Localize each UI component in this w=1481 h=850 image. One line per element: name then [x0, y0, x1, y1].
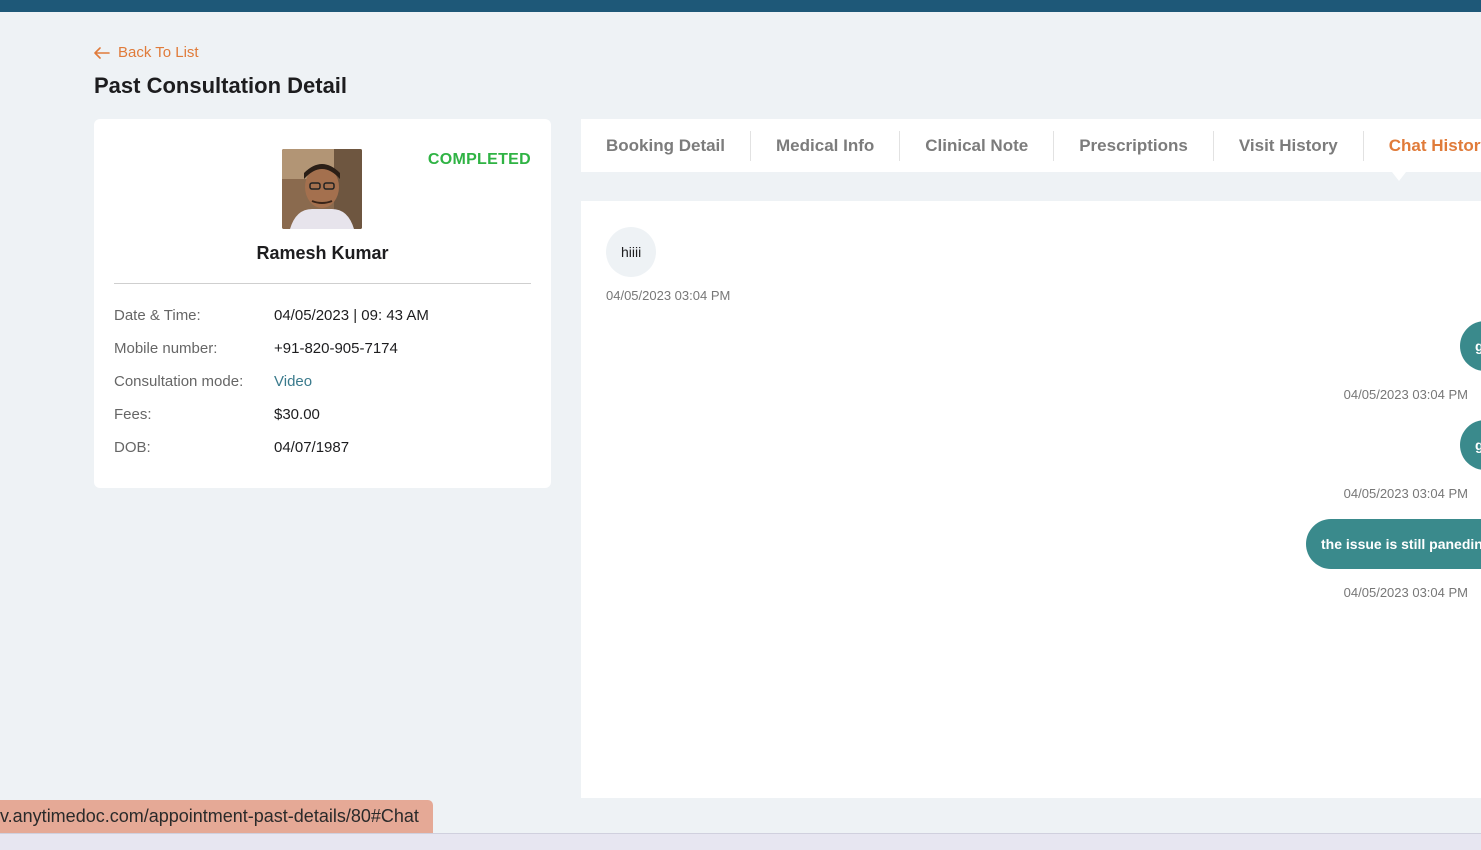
status-badge: COMPLETED	[427, 151, 531, 168]
tab-prescriptions[interactable]: Prescriptions	[1053, 130, 1213, 161]
detail-label: Fees:	[114, 406, 152, 423]
detail-value: $30.00	[274, 406, 320, 423]
tab-booking-detail[interactable]: Booking Detail	[581, 131, 750, 161]
patient-card: COMPLETED Ramesh Kumar Date & Time: 04/0…	[94, 119, 551, 488]
message-timestamp: 04/05/2023 03:04 PM	[1343, 585, 1468, 600]
tab-visit-history[interactable]: Visit History	[1212, 130, 1363, 161]
chat-message-outgoing: the issue is still paneding	[1306, 519, 1481, 569]
status-url-bar: v.anytimedoc.com/appointment-past-detail…	[0, 800, 433, 833]
tab-chat-history[interactable]: Chat History	[1362, 130, 1481, 161]
avatar	[282, 149, 362, 229]
detail-label: Consultation mode:	[114, 373, 244, 390]
chat-message-outgoing: g	[1460, 321, 1481, 371]
detail-label: Date & Time:	[114, 307, 201, 324]
detail-value: +91-820-905-7174	[274, 340, 398, 357]
chat-message-outgoing: g	[1460, 420, 1481, 470]
detail-label: Mobile number:	[114, 340, 218, 357]
chat-message-incoming: hiiii	[606, 227, 657, 277]
taskbar	[0, 833, 1481, 850]
tab-bar: Booking Detail Medical Info Clinical Not…	[581, 119, 1481, 172]
message-timestamp: 04/05/2023 03:04 PM	[1343, 486, 1468, 501]
message-timestamp: 04/05/2023 03:04 PM	[606, 288, 731, 303]
patient-name: Ramesh Kumar	[256, 243, 389, 263]
top-bar	[0, 0, 1481, 12]
tab-medical-info[interactable]: Medical Info	[750, 130, 899, 161]
divider	[114, 283, 531, 284]
detail-value: 04/05/2023 | 09: 43 AM	[274, 307, 429, 324]
back-to-list-label: Back To List	[118, 44, 199, 61]
detail-value: 04/07/1987	[274, 439, 350, 456]
arrow-left-icon	[94, 46, 110, 59]
tab-clinical-note[interactable]: Clinical Note	[899, 130, 1053, 161]
page-title: Past Consultation Detail	[94, 73, 348, 98]
message-timestamp: 04/05/2023 03:04 PM	[1343, 387, 1468, 402]
chat-panel[interactable]: hiiii 04/05/2023 03:04 PM g 04/05/2023 0…	[581, 201, 1481, 798]
detail-label: DOB:	[114, 439, 151, 456]
consultation-mode-value: Video	[274, 373, 313, 390]
back-to-list-link[interactable]: Back To List	[94, 44, 199, 61]
active-tab-indicator	[1392, 172, 1406, 181]
